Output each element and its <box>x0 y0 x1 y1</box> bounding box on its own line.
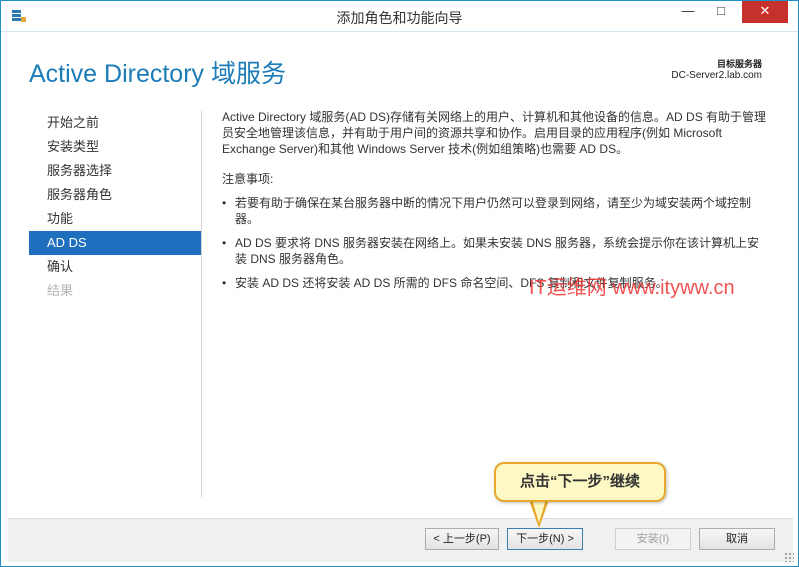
nav-item-server-roles[interactable]: 服务器角色 <box>29 183 201 207</box>
watermark: IT运维网 www.ityww.cn <box>529 277 735 299</box>
close-button[interactable]: ✕ <box>742 1 788 23</box>
wizard-nav: 开始之前 安装类型 服务器选择 服务器角色 功能 AD DS 确认 结果 <box>29 111 201 303</box>
nav-item-server-selection[interactable]: 服务器选择 <box>29 159 201 183</box>
intro-text: Active Directory 域服务(AD DS)存储有关网络上的用户、计算… <box>222 110 767 156</box>
minimize-button[interactable]: — <box>673 1 703 23</box>
title-bar[interactable]: 添加角色和功能向导 — □ ✕ <box>1 1 798 32</box>
resize-grip[interactable] <box>784 552 794 562</box>
cancel-button[interactable]: 取消 <box>699 528 775 550</box>
next-button[interactable]: 下一步(N) > <box>507 528 583 550</box>
wizard-window: 添加角色和功能向导 — □ ✕ Active Directory 域服务 目标服… <box>0 0 799 567</box>
nav-divider <box>201 111 202 497</box>
callout-annotation: 点击“下一步”继续 <box>494 462 666 502</box>
maximize-button[interactable]: □ <box>706 1 736 23</box>
callout-pointer-fill <box>532 499 546 523</box>
nav-item-installation-type[interactable]: 安装类型 <box>29 135 201 159</box>
page-title: Active Directory 域服务 <box>29 60 286 88</box>
nav-item-ad-ds[interactable]: AD DS <box>29 231 201 255</box>
nav-item-features[interactable]: 功能 <box>29 207 201 231</box>
destination-server-value: DC-Server2.lab.com <box>671 70 762 81</box>
install-button: 安装(I) <box>615 528 691 550</box>
note-item: 若要有助于确保在某台服务器中断的情况下用户仍然可以登录到网络，请至少为域安装两个… <box>222 195 770 227</box>
destination-server-label: 目标服务器 <box>716 59 762 69</box>
nav-item-confirmation[interactable]: 确认 <box>29 255 201 279</box>
nav-item-results: 结果 <box>47 283 74 298</box>
note-item: AD DS 要求将 DNS 服务器安装在网络上。如果未安装 DNS 服务器，系统… <box>222 235 770 267</box>
previous-button[interactable]: < 上一步(P) <box>425 528 499 550</box>
nav-item-before-you-begin[interactable]: 开始之前 <box>29 111 201 135</box>
notes-heading: 注意事项: <box>222 172 274 186</box>
